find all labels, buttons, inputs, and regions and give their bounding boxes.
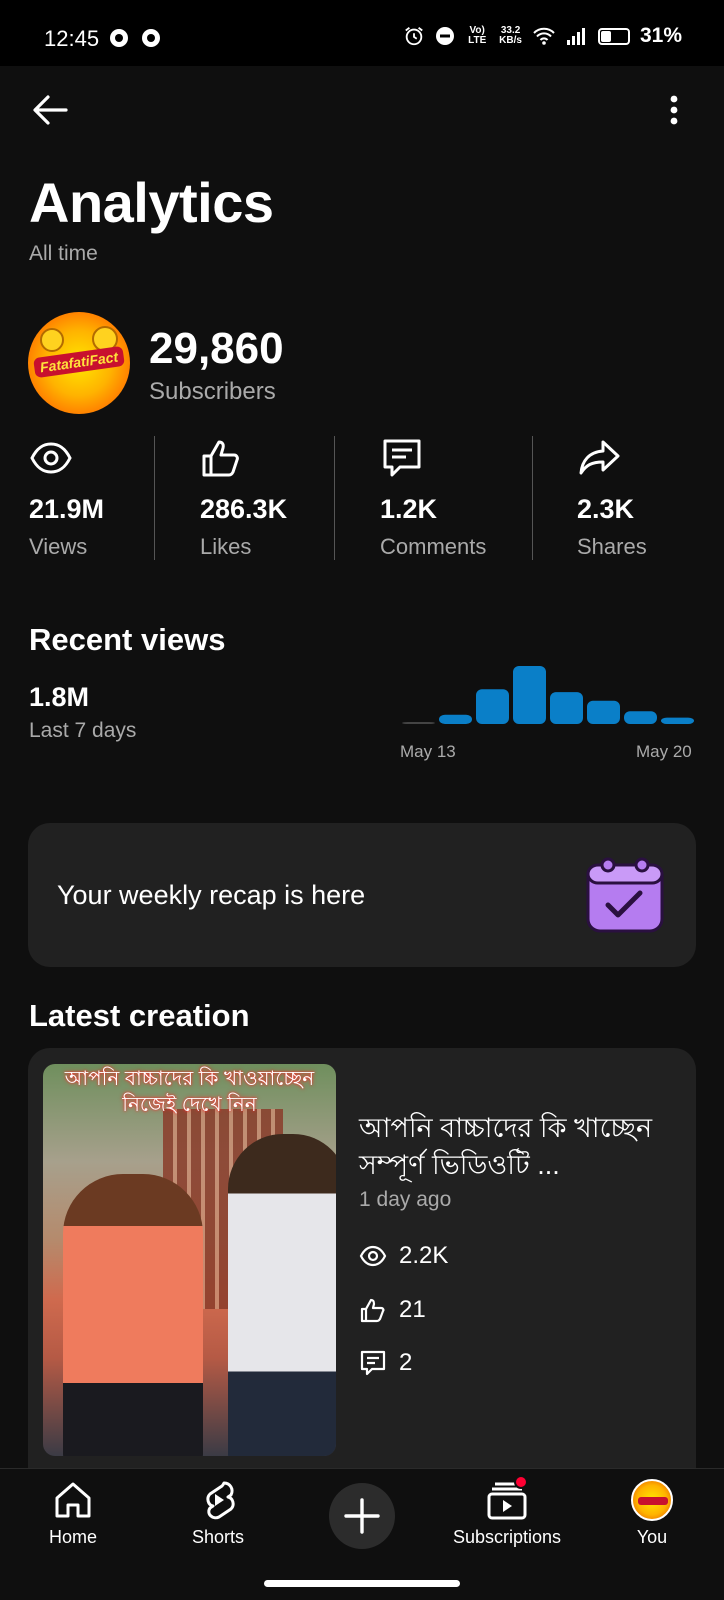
chart-bar	[513, 666, 546, 724]
recent-views-title: Recent views	[29, 622, 226, 657]
chart-bar	[402, 722, 435, 724]
status-bar: 12:45 Vo) LTE 33.2 KB/s 31%	[0, 0, 724, 66]
video-views: 2.2K	[359, 1242, 448, 1270]
more-options-icon[interactable]	[664, 90, 684, 130]
alarm-icon	[405, 27, 423, 46]
chart-x-label-end: May 20	[636, 742, 692, 761]
nav-shorts[interactable]: Shorts	[178, 1479, 258, 1548]
chart-baseline	[400, 724, 696, 726]
notification-dot	[514, 1475, 528, 1489]
dnd-icon	[436, 27, 455, 45]
stat-value: 21.9M	[29, 494, 105, 524]
battery-icon	[597, 27, 630, 45]
latest-creation-title: Latest creation	[29, 998, 250, 1033]
eye-icon	[359, 1245, 387, 1267]
stat-label: Shares	[577, 534, 647, 559]
video-comments-value: 2	[399, 1349, 413, 1376]
status-time: 12:45	[44, 26, 100, 51]
stat-label: Likes	[200, 534, 252, 559]
calendar-check-icon	[586, 857, 664, 933]
recent-views-period: Last 7 days	[29, 719, 137, 742]
plus-icon	[344, 1498, 380, 1534]
video-likes-value: 21	[399, 1296, 426, 1323]
emoji-face-icon	[40, 328, 64, 352]
stat-value: 2.3K	[577, 494, 635, 524]
subscribers-label: Subscribers	[149, 378, 276, 405]
recent-views-value: 1.8M	[29, 682, 90, 712]
nav-label: Shorts	[191, 1527, 245, 1547]
thumbs-up-icon	[202, 440, 239, 477]
eye-icon	[30, 442, 72, 474]
video-views-value: 2.2K	[399, 1242, 449, 1269]
network-speed-unit: KB/s	[499, 35, 522, 46]
chart-bar	[624, 711, 657, 724]
notification-icon	[142, 29, 160, 47]
thumbnail-caption: নিজেই দেখে নিন	[122, 1094, 257, 1116]
latest-creation-card[interactable]: আপনি বাচ্চাদের কি খাওয়াচ্ছেন নিজেই দেখে…	[28, 1048, 696, 1468]
thumbs-up-icon	[360, 1298, 385, 1323]
weekly-recap-card[interactable]: Your weekly recap is here	[28, 823, 696, 967]
chart-bar	[439, 714, 472, 724]
battery-percent: 31%	[639, 24, 682, 47]
stat-value: 286.3K	[200, 494, 288, 524]
chart-bar	[476, 689, 509, 724]
nav-label: Home	[48, 1527, 97, 1547]
nav-home[interactable]: Home	[38, 1479, 108, 1548]
wifi-icon	[533, 27, 555, 45]
chart-x-label-start: May 13	[400, 742, 456, 761]
stat-label: Comments	[380, 534, 487, 559]
notification-icon	[110, 29, 128, 47]
nav-label: Subscriptions	[452, 1527, 562, 1547]
subscribers-count: 29,860	[149, 324, 284, 373]
video-thumbnail[interactable]: আপনি বাচ্চাদের কি খাওয়াচ্ছেন নিজেই দেখে…	[43, 1064, 336, 1456]
home-icon	[55, 1482, 91, 1518]
chart-bar	[587, 700, 620, 724]
user-avatar	[631, 1479, 673, 1521]
home-indicator	[264, 1580, 460, 1587]
back-arrow-icon[interactable]	[30, 90, 70, 130]
nav-you[interactable]: You	[616, 1479, 688, 1548]
shorts-icon	[206, 1481, 235, 1520]
comment-icon	[383, 439, 421, 477]
chart-bar	[661, 717, 694, 724]
stat-label: Views	[29, 534, 88, 559]
video-likes: 21	[359, 1296, 426, 1324]
page-title: Analytics	[29, 171, 274, 234]
create-button[interactable]	[329, 1483, 395, 1549]
lte-indicator: Vo) LTE	[468, 25, 487, 46]
stat-divider	[154, 436, 155, 560]
video-age: 1 day ago	[359, 1188, 452, 1211]
video-title[interactable]: আপনি বাচ্চাদের কি খাচ্ছেন সম্পূর্ণ ভিডিও…	[359, 1110, 669, 1184]
comment-icon	[360, 1350, 386, 1376]
weekly-recap-text: Your weekly recap is here	[57, 880, 366, 910]
video-comments: 2	[359, 1349, 412, 1377]
share-icon	[579, 440, 620, 475]
stat-value: 1.2K	[380, 494, 438, 524]
stat-divider	[532, 436, 533, 560]
nav-label: You	[636, 1527, 668, 1547]
date-range-label: All time	[29, 242, 98, 265]
channel-avatar: FatafatiFact	[28, 312, 130, 414]
chart-bar	[550, 692, 583, 724]
signal-icon	[566, 28, 585, 45]
stat-divider	[334, 436, 335, 560]
nav-subscriptions[interactable]: Subscriptions	[446, 1475, 568, 1548]
